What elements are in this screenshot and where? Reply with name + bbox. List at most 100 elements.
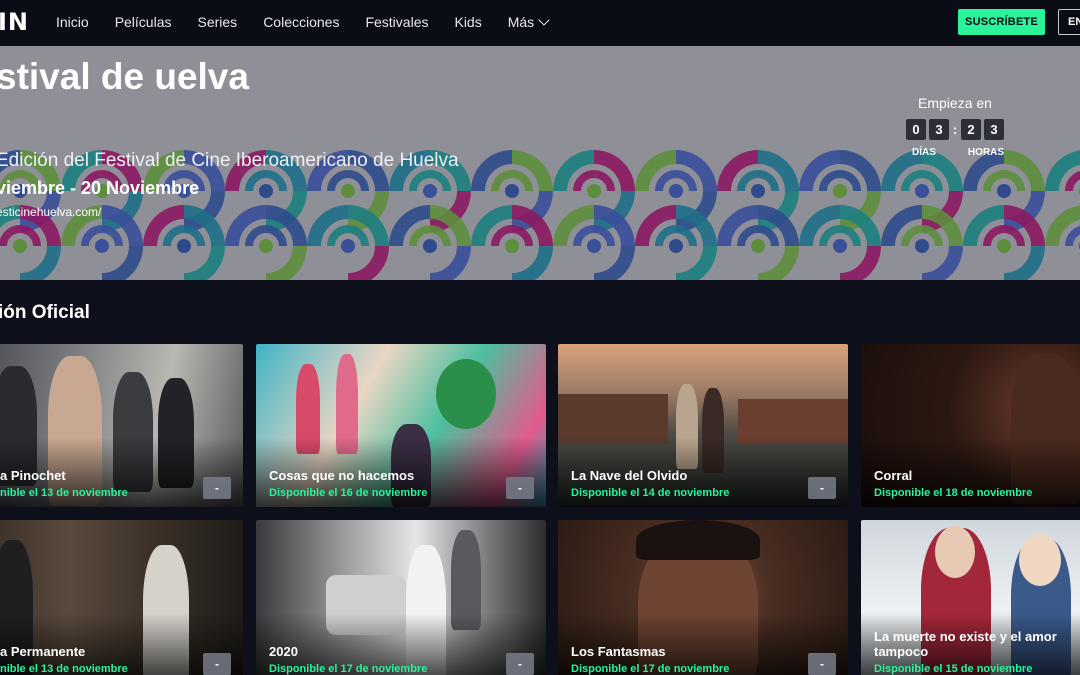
movie-card[interactable]: Cosas que no hacemos Disponible el 16 de…	[256, 344, 546, 507]
movie-title: a Pinochet	[0, 468, 66, 483]
movie-card[interactable]: La muerte no existe y el amor tampoco Di…	[861, 520, 1080, 675]
hero-subtitle: Edición del Festival de Cine Iberoameric…	[0, 150, 459, 171]
pattern-arc	[593, 245, 635, 280]
pattern-dot	[997, 239, 1011, 253]
movie-card[interactable]: La Nave del Olvido Disponible el 14 de n…	[558, 344, 848, 507]
movie-title: La muerte no existe y el amor tampoco	[874, 629, 1057, 659]
movie-availability: nible el 13 de noviembre	[0, 487, 128, 499]
movie-card[interactable]: 2020 Disponible el 17 de noviembre -	[256, 520, 546, 675]
hero-url-link[interactable]: esticinehuelva.com/	[0, 205, 101, 219]
pattern-dot	[505, 239, 519, 253]
hero-dates: viembre - 20 Noviembre	[0, 178, 200, 198]
add-button[interactable]: -	[808, 477, 836, 499]
nav-series[interactable]: Series	[198, 14, 238, 30]
hours-label: HORAS	[967, 147, 1004, 158]
pattern-arc	[265, 245, 307, 280]
add-button[interactable]: -	[203, 477, 231, 499]
hours-digit-2: 3	[984, 119, 1004, 140]
nav-colecciones[interactable]: Colecciones	[263, 14, 339, 30]
nav-links: Inicio Películas Series Colecciones Fest…	[56, 14, 550, 30]
pattern-arc	[1003, 245, 1045, 280]
movie-availability: Disponible el 14 de noviembre	[571, 487, 730, 499]
pattern-dot	[833, 239, 847, 253]
pattern-arc	[101, 245, 143, 280]
pattern-dot	[587, 239, 601, 253]
nav-more-menu[interactable]: Más	[507, 14, 550, 30]
pattern-arc	[429, 245, 471, 280]
pattern-arc	[675, 245, 717, 280]
add-button[interactable]: -	[506, 653, 534, 675]
days-digit-1: 0	[906, 119, 926, 140]
pattern-arc	[1065, 170, 1080, 192]
brand-logo[interactable]: IN	[0, 8, 29, 36]
pattern-arc	[1065, 225, 1080, 247]
pattern-arc	[19, 245, 61, 280]
nav-kids[interactable]: Kids	[454, 14, 481, 30]
movie-availability: Disponible el 15 de noviembre	[874, 663, 1033, 675]
pattern-dot	[833, 184, 847, 198]
movie-title: a Permanente	[0, 644, 86, 659]
movie-card[interactable]: a Permanente nible el 13 de noviembre -	[0, 520, 243, 675]
pattern-dot	[95, 239, 109, 253]
pattern-arc	[183, 245, 225, 280]
pattern-dot	[669, 239, 683, 253]
add-button[interactable]: -	[203, 653, 231, 675]
movie-availability: Disponible el 16 de noviembre	[269, 487, 428, 499]
countdown-separator: :	[952, 122, 958, 137]
movie-title: Corral	[874, 468, 913, 483]
countdown: Empieza en 0 3 : 2 3 DÍAS HORAS	[902, 95, 1008, 158]
top-nav: IN Inicio Películas Series Colecciones F…	[0, 0, 1080, 46]
pattern-dot	[341, 184, 355, 198]
pattern-dot	[915, 239, 929, 253]
pattern-dot	[341, 239, 355, 253]
movie-card[interactable]: Corral Disponible el 18 de noviembre	[861, 344, 1080, 507]
section-title: ión Oficial	[0, 302, 90, 323]
login-button[interactable]: EN	[1058, 9, 1080, 35]
pattern-dot	[177, 239, 191, 253]
add-button[interactable]: -	[808, 653, 836, 675]
nav-festivales[interactable]: Festivales	[365, 14, 428, 30]
movie-title: 2020	[269, 644, 298, 659]
pattern-dot	[423, 239, 437, 253]
movie-availability: Disponible el 17 de noviembre	[571, 663, 730, 675]
festival-hero-banner: stival de uelva Edición del Festival de …	[0, 46, 1080, 280]
pattern-arc	[839, 245, 881, 280]
pattern-dot	[259, 239, 273, 253]
hero-title: stival de uelva	[0, 56, 249, 97]
pattern-arc	[511, 245, 553, 280]
pattern-dot	[669, 184, 683, 198]
nav-more-label: Más	[507, 14, 535, 30]
pattern-dot	[13, 239, 27, 253]
movie-title: La Nave del Olvido	[571, 468, 688, 483]
pattern-dot	[505, 184, 519, 198]
countdown-label: Empieza en	[918, 95, 992, 111]
pattern-arc	[757, 245, 799, 280]
countdown-units: DÍAS HORAS	[902, 147, 1008, 158]
pattern-dot	[997, 184, 1011, 198]
movie-availability: Disponible el 18 de noviembre	[874, 487, 1033, 499]
add-button[interactable]: -	[506, 477, 534, 499]
pattern-arc	[347, 245, 389, 280]
days-label: DÍAS	[912, 147, 936, 158]
nav-peliculas[interactable]: Películas	[115, 14, 172, 30]
pattern-dot	[587, 184, 601, 198]
movie-card[interactable]: Los Fantasmas Disponible el 17 de noviem…	[558, 520, 848, 675]
subscribe-button[interactable]: SUSCRÍBETE	[958, 9, 1045, 35]
nav-inicio[interactable]: Inicio	[56, 14, 89, 30]
pattern-dot	[751, 239, 765, 253]
movie-grid: a Pinochet nible el 13 de noviembre - Co…	[0, 344, 1080, 675]
movie-title: Cosas que no hacemos	[269, 468, 415, 483]
movie-title: Los Fantasmas	[571, 644, 666, 659]
pattern-dot	[915, 184, 929, 198]
days-digit-2: 3	[929, 119, 949, 140]
pattern-dot	[751, 184, 765, 198]
chevron-down-icon	[538, 14, 550, 26]
movie-availability: Disponible el 17 de noviembre	[269, 663, 428, 675]
hours-digit-1: 2	[961, 119, 981, 140]
countdown-digits: 0 3 : 2 3	[902, 119, 1008, 140]
movie-availability: nible el 13 de noviembre	[0, 663, 128, 675]
pattern-arc	[921, 245, 963, 280]
movie-card[interactable]: a Pinochet nible el 13 de noviembre -	[0, 344, 243, 507]
pattern-dot	[423, 184, 437, 198]
pattern-dot	[259, 184, 273, 198]
